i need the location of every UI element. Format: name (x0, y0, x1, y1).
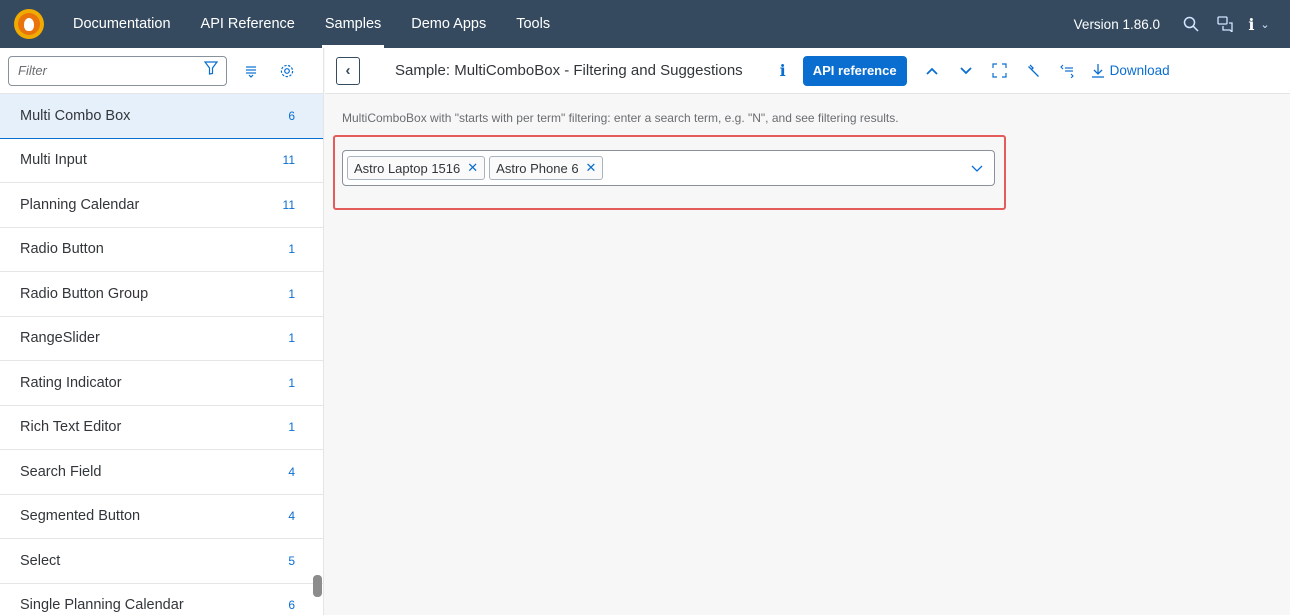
filter-field[interactable] (8, 55, 227, 86)
version-label: Version 1.86.0 (1073, 16, 1160, 32)
list-item[interactable]: RangeSlider 1 (0, 317, 323, 361)
multi-combo-box[interactable]: Astro Laptop 1516 ✕ Astro Phone 6 ✕ (342, 150, 995, 186)
list-item-label: Rating Indicator (20, 374, 122, 391)
feedback-icon[interactable] (1208, 0, 1242, 48)
list-item-label: Radio Button (20, 241, 104, 258)
token[interactable]: Astro Phone 6 ✕ (489, 156, 604, 180)
search-icon[interactable] (1174, 0, 1208, 48)
list-item-label: Segmented Button (20, 508, 141, 525)
list-item-count: 11 (282, 197, 295, 212)
back-button[interactable]: ‹ (336, 56, 360, 85)
info-menu-button[interactable]: i ⌄ (1242, 0, 1276, 48)
list-item[interactable]: Segmented Button 4 (0, 495, 323, 539)
list-item-count: 6 (288, 108, 295, 123)
sample-title: Sample: MultiComboBox - Filtering and Su… (395, 62, 743, 79)
list-item[interactable]: Select 5 (0, 539, 323, 584)
list-item[interactable]: Rich Text Editor 1 (0, 406, 323, 450)
shell-bar: Documentation API Reference Samples Demo… (0, 0, 1290, 48)
list-item-label: Select (20, 552, 61, 569)
sidebar-toolbar (0, 48, 323, 94)
list-item-label: Multi Input (20, 152, 87, 169)
list-item-count: 1 (288, 331, 295, 346)
filter-icon[interactable] (203, 61, 219, 80)
nav-demo-apps[interactable]: Demo Apps (396, 0, 501, 48)
list-item[interactable]: Single Planning Calendar 6 (0, 584, 323, 615)
api-reference-button[interactable]: API reference (802, 55, 907, 86)
sample-toolbar: ‹ Sample: MultiComboBox - Filtering and … (325, 48, 1290, 94)
settings-icon[interactable] (269, 56, 305, 86)
remove-token-icon[interactable]: ✕ (467, 160, 478, 176)
list-item-label: Planning Calendar (20, 196, 140, 213)
sample-list: Multi Combo Box 6 Multi Input 11 Plannin… (0, 94, 323, 615)
download-label: Download (1109, 63, 1170, 78)
sample-description: MultiComboBox with "starts with per term… (342, 111, 899, 125)
list-item[interactable]: Multi Combo Box 6 (0, 94, 323, 139)
token-label: Astro Laptop 1516 (354, 160, 461, 176)
list-item-count: 1 (288, 420, 295, 435)
top-nav: Documentation API Reference Samples Demo… (58, 0, 565, 48)
list-item-count: 4 (288, 509, 295, 524)
wrench-icon[interactable] (1017, 56, 1051, 86)
chevron-left-icon: ‹ (345, 62, 351, 79)
list-item[interactable]: Radio Button 1 (0, 228, 323, 272)
list-item-label: Search Field (20, 463, 102, 480)
remove-token-icon[interactable]: ✕ (586, 160, 597, 176)
list-item-label: Radio Button Group (20, 285, 149, 302)
chevron-down-icon: ⌄ (1260, 18, 1270, 31)
app-logo[interactable] (0, 0, 58, 48)
list-item-count: 11 (282, 153, 295, 168)
download-icon (1091, 64, 1104, 78)
info-icon[interactable]: i (780, 61, 786, 80)
list-item-label: RangeSlider (20, 330, 100, 347)
list-item[interactable]: Search Field 4 (0, 450, 323, 495)
sidebar: Multi Combo Box 6 Multi Input 11 Plannin… (0, 48, 324, 615)
shell-actions: Version 1.86.0 i ⌄ (1074, 0, 1290, 48)
code-list-icon[interactable] (1051, 56, 1085, 86)
list-item[interactable]: Planning Calendar 11 (0, 183, 323, 228)
nav-documentation[interactable]: Documentation (58, 0, 186, 48)
sort-icon[interactable] (233, 56, 269, 86)
list-item-count: 5 (288, 553, 295, 568)
sample-content: MultiComboBox with "starts with per term… (325, 95, 1290, 615)
filter-input[interactable] (18, 63, 204, 78)
list-item-count: 6 (288, 598, 295, 613)
list-item-label: Rich Text Editor (20, 419, 122, 436)
token[interactable]: Astro Laptop 1516 ✕ (347, 156, 486, 180)
nav-samples[interactable]: Samples (310, 0, 396, 48)
list-item[interactable]: Multi Input 11 (0, 139, 323, 183)
nav-api-reference[interactable]: API Reference (186, 0, 310, 48)
list-item[interactable]: Radio Button Group 1 (0, 272, 323, 317)
token-label: Astro Phone 6 (496, 160, 579, 176)
logo-icon (14, 9, 44, 39)
fullscreen-icon[interactable] (983, 56, 1017, 86)
list-item-label: Single Planning Calendar (20, 597, 184, 614)
list-item-count: 1 (288, 242, 295, 257)
chevron-down-icon[interactable] (960, 151, 994, 185)
chevron-up-icon[interactable] (915, 56, 949, 86)
list-item[interactable]: Rating Indicator 1 (0, 361, 323, 406)
list-item-count: 4 (288, 464, 295, 479)
nav-tools[interactable]: Tools (501, 0, 565, 48)
sidebar-scrollbar[interactable] (313, 575, 322, 597)
list-item-label: Multi Combo Box (20, 107, 131, 124)
list-item-count: 1 (288, 286, 295, 301)
info-icon: i (1248, 14, 1255, 34)
download-button[interactable]: Download (1091, 63, 1170, 78)
list-item-count: 1 (288, 375, 295, 390)
chevron-down-icon[interactable] (949, 56, 983, 86)
